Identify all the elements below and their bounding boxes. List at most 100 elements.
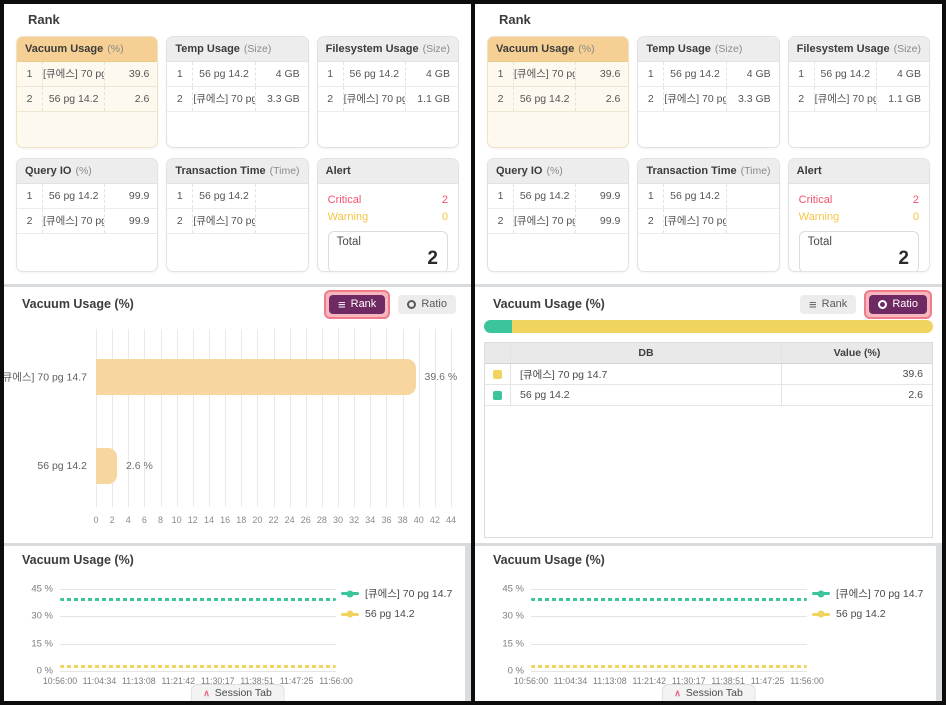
bar-x-tick-label: 8 xyxy=(158,515,163,525)
value-cell: 39.6 xyxy=(576,62,628,86)
alert-body: Critical2Warning0Total2 xyxy=(789,184,929,272)
chart-legend: [큐에스] 70 pg 14.756 pg 14.2 xyxy=(812,586,938,620)
rank-card[interactable]: Vacuum Usage(%)1[큐에스] 70 pg...39.6256 pg… xyxy=(487,36,629,148)
bar-x-tick-label: 24 xyxy=(285,515,295,525)
bar-x-tick-label: 16 xyxy=(220,515,230,525)
bar-x-tick-label: 36 xyxy=(381,515,391,525)
value-cell: 99.9 xyxy=(105,184,157,208)
rank-card[interactable]: Filesystem Usage(Size)156 pg 14.24 GB2[큐… xyxy=(317,36,459,148)
bar-gridline xyxy=(354,329,355,507)
alert-card[interactable]: AlertCritical2Warning0Total2 xyxy=(317,158,459,272)
ratio-stacked-bar xyxy=(484,320,933,333)
card-title: Temp Usage xyxy=(175,43,240,55)
session-tab-label: Session Tab xyxy=(215,687,272,699)
gridline xyxy=(531,671,807,672)
bar-x-tick-label: 22 xyxy=(268,515,278,525)
x-tick-label: 11:47:25 xyxy=(280,676,314,686)
db-cell: 56 pg 14.2 xyxy=(43,87,105,111)
bar-gridline xyxy=(419,329,420,507)
legend-item: 56 pg 14.2 xyxy=(812,608,938,620)
value-column-header: Value (%) xyxy=(782,343,932,363)
card-header: Transaction Time(Time) xyxy=(638,159,778,184)
chevron-up-icon: ∧ xyxy=(674,689,681,698)
value-cell: 4 GB xyxy=(256,62,308,86)
alert-body: Critical2Warning0Total2 xyxy=(318,184,458,272)
ratio-button-label: Ratio xyxy=(892,298,918,310)
bar-x-tick-label: 42 xyxy=(430,515,440,525)
db-cell: [큐에스] 70 pg... xyxy=(193,87,255,111)
db-cell: 56 pg 14.2 xyxy=(514,87,576,111)
legend-dot-icon xyxy=(818,590,825,597)
critical-row: Critical2 xyxy=(328,191,448,208)
rank-cell: 2 xyxy=(318,87,344,111)
rank-card[interactable]: Transaction Time(Time)156 pg 14.22[큐에스] … xyxy=(637,158,779,272)
rank-cell: 1 xyxy=(167,184,193,208)
legend-label: [큐에스] 70 pg 14.7 xyxy=(365,586,452,601)
dashboard-root: Rank Vacuum Usage(%)1[큐에스] 70 pg...39.62… xyxy=(0,0,946,705)
bar-gridline xyxy=(338,329,339,507)
db-cell: [큐에스] 70 pg... xyxy=(664,209,726,233)
rank-view-button[interactable]: ≡ Rank xyxy=(329,295,385,314)
card-title: Vacuum Usage xyxy=(25,43,103,55)
rank-card[interactable]: Vacuum Usage(%)1[큐에스] 70 pg...39.6256 pg… xyxy=(16,36,158,148)
db-cell: [큐에스] 70 pg 14.7 xyxy=(511,364,782,384)
bar-x-tick-label: 18 xyxy=(236,515,246,525)
rank-card[interactable]: Transaction Time(Time)156 pg 14.22[큐에스] … xyxy=(166,158,308,272)
bar-gridline xyxy=(322,329,323,507)
session-tab[interactable]: ∧ Session Tab xyxy=(190,684,285,701)
bar-x-tick-label: 14 xyxy=(204,515,214,525)
card-title: Alert xyxy=(797,165,822,177)
rank-button-label: Rank xyxy=(351,298,377,310)
legend-dot-icon xyxy=(347,590,354,597)
bar-category-label: [큐에스] 70 pg 14.7 xyxy=(4,370,87,385)
rank-cell: 2 xyxy=(638,87,664,111)
x-tick-label: 11:56:00 xyxy=(319,676,353,686)
ratio-gear-icon xyxy=(407,300,416,309)
db-cell: [큐에스] 70 pg... xyxy=(514,209,576,233)
rank-card[interactable]: Query IO(%)156 pg 14.299.92[큐에스] 70 pg..… xyxy=(487,158,629,272)
rank-row: 156 pg 14.24 GB xyxy=(167,62,307,87)
legend-line-icon xyxy=(812,613,830,616)
rank-section-title: Rank xyxy=(499,12,932,27)
legend-item: [큐에스] 70 pg 14.7 xyxy=(341,586,467,601)
y-tick-label: 30 % xyxy=(502,611,524,622)
card-unit: (%) xyxy=(578,43,594,55)
rank-card[interactable]: Temp Usage(Size)156 pg 14.24 GB2[큐에스] 70… xyxy=(637,36,779,148)
card-header: Alert xyxy=(318,159,458,184)
warning-count: 0 xyxy=(913,211,919,223)
db-cell: [큐에스] 70 pg... xyxy=(664,87,726,111)
db-cell: 56 pg 14.2 xyxy=(344,62,406,86)
card-header: Filesystem Usage(Size) xyxy=(318,37,458,62)
scrollbar-track[interactable] xyxy=(936,546,942,701)
rank-card[interactable]: Filesystem Usage(Size)156 pg 14.24 GB2[큐… xyxy=(788,36,930,148)
alert-card[interactable]: AlertCritical2Warning0Total2 xyxy=(788,158,930,272)
rank-card[interactable]: Temp Usage(Size)156 pg 14.24 GB2[큐에스] 70… xyxy=(166,36,308,148)
critical-label: Critical xyxy=(328,194,362,206)
rank-row: 1[큐에스] 70 pg...39.6 xyxy=(488,62,628,87)
ratio-view-button[interactable]: Ratio xyxy=(398,295,456,314)
ratio-view-button[interactable]: Ratio xyxy=(869,295,927,314)
view-toggle-group: ≡ Rank Ratio xyxy=(324,290,461,319)
scrollbar-track[interactable] xyxy=(465,546,471,701)
bar-x-tick-label: 2 xyxy=(110,515,115,525)
x-tick-label: 10:56:00 xyxy=(43,676,77,686)
value-cell: 3.3 GB xyxy=(256,87,308,111)
x-tick-label: 11:21:42 xyxy=(161,676,195,686)
x-tick-label: 11:04:34 xyxy=(554,676,588,686)
session-tab[interactable]: ∧ Session Tab xyxy=(661,684,756,701)
swatch-column-header xyxy=(485,343,511,363)
value-cell xyxy=(727,184,779,208)
bar-x-tick-label: 26 xyxy=(301,515,311,525)
card-title: Transaction Time xyxy=(175,165,265,177)
warning-label: Warning xyxy=(799,211,840,223)
trend-section-title: Vacuum Usage (%) xyxy=(4,546,471,567)
rank-view-button[interactable]: ≡ Rank xyxy=(800,295,856,314)
value-cell: 39.6 xyxy=(782,364,932,384)
card-title: Filesystem Usage xyxy=(797,43,890,55)
rank-card[interactable]: Query IO(%)156 pg 14.299.92[큐에스] 70 pg..… xyxy=(16,158,158,272)
bar-x-axis: 0246810121416182022242628303234363840424… xyxy=(96,515,451,529)
bar-x-tick-label: 34 xyxy=(365,515,375,525)
usage-header: Vacuum Usage (%) ≡ Rank Ratio xyxy=(4,287,471,317)
y-tick-label: 0 % xyxy=(508,666,524,677)
card-unit: (%) xyxy=(107,43,123,55)
